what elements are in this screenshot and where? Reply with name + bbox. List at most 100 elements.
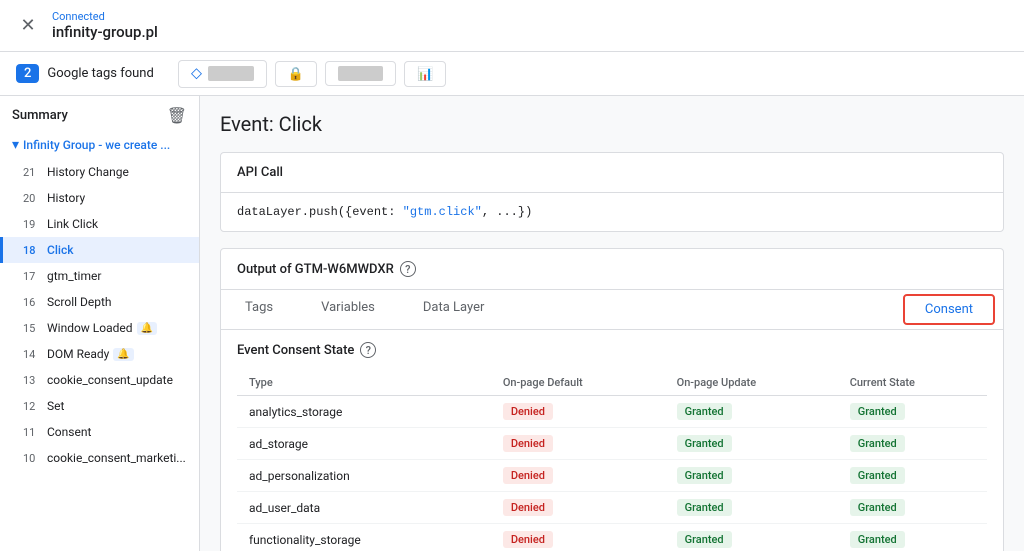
consent-default-badge: Denied (503, 435, 553, 452)
sidebar-item-20-label: History (47, 191, 85, 205)
connected-label: Connected (52, 10, 158, 23)
sidebar-item-17[interactable]: 17 gtm_timer (0, 263, 199, 289)
col-type: Type (237, 370, 491, 396)
sidebar-item-15-badge: 🔔 (137, 322, 157, 335)
toolbar-btn-2[interactable]: •••••••••• (325, 61, 397, 86)
tab-tags[interactable]: Tags (221, 290, 297, 330)
consent-default-badge: Denied (503, 467, 553, 484)
code-prefix: dataLayer.push({event: (237, 205, 403, 219)
lock-icon: 🔒 (288, 66, 304, 82)
sidebar-item-11-label: Consent (47, 425, 91, 439)
sidebar: Summary 🗑 ▾ Infinity Group - we create .… (0, 96, 200, 551)
sidebar-trash-icon[interactable]: 🗑 (167, 106, 187, 125)
toolbar-btn-lock[interactable]: 🔒 (275, 61, 317, 87)
chevron-down-icon: ▾ (12, 137, 19, 153)
consent-update-badge: Granted (677, 403, 732, 420)
sidebar-item-13[interactable]: 13 cookie_consent_update (0, 367, 199, 393)
sidebar-group-infinity[interactable]: ▾ Infinity Group - we create ... (0, 131, 199, 159)
consent-current-badge: Granted (850, 467, 905, 484)
connection-info: Connected infinity-group.pl (52, 10, 158, 41)
consent-table-row: ad_user_dataDeniedGrantedGranted (237, 492, 987, 524)
consent-update-cell: Granted (665, 524, 838, 551)
output-section: Output of GTM-W6MWDXR ? Tags Variables D… (220, 248, 1004, 551)
consent-default-cell: Denied (491, 428, 665, 460)
sidebar-item-15[interactable]: 15 Window Loaded 🔔 (0, 315, 199, 341)
output-header: Output of GTM-W6MWDXR ? (221, 249, 1003, 290)
sidebar-header-label: Summary (12, 108, 68, 123)
consent-current-cell: Granted (838, 492, 987, 524)
toolbar-btn-1[interactable]: ⬦ •••••••••• (178, 60, 267, 88)
code-suffix: , ...}) (482, 205, 532, 219)
sidebar-item-13-label: cookie_consent_update (47, 373, 173, 387)
consent-update-cell: Granted (665, 396, 838, 428)
api-call-header: API Call (221, 153, 1003, 193)
consent-help-icon[interactable]: ? (360, 342, 376, 358)
arrow-icon: ⬦ (191, 65, 202, 83)
col-default: On-page Default (491, 370, 665, 396)
sidebar-item-12[interactable]: 12 Set (0, 393, 199, 419)
content-area: Event: Click API Call dataLayer.push({ev… (200, 96, 1024, 551)
sidebar-item-14-label: DOM Ready (47, 347, 109, 361)
sidebar-item-19-label: Link Click (47, 217, 98, 231)
consent-current-badge: Granted (850, 403, 905, 420)
sidebar-item-21-label: History Change (47, 165, 129, 179)
sidebar-item-11[interactable]: 11 Consent (0, 419, 199, 445)
tab-data-layer[interactable]: Data Layer (399, 290, 509, 330)
sidebar-header: Summary 🗑 (0, 96, 199, 131)
consent-current-cell: Granted (838, 524, 987, 551)
main-layout: Summary 🗑 ▾ Infinity Group - we create .… (0, 96, 1024, 551)
tab-variables[interactable]: Variables (297, 290, 399, 330)
sidebar-item-18-label: Click (47, 243, 73, 257)
consent-type-cell: ad_storage (237, 428, 491, 460)
sidebar-group-label: Infinity Group - we create ... (23, 138, 170, 152)
sidebar-item-12-label: Set (47, 399, 64, 413)
tag-toolbar: 2 Google tags found ⬦ •••••••••• 🔒 •••••… (0, 52, 1024, 96)
consent-default-cell: Denied (491, 396, 665, 428)
consent-section: Event Consent State ? Type On-page Defau… (221, 330, 1003, 551)
consent-update-cell: Granted (665, 492, 838, 524)
consent-current-badge: Granted (850, 435, 905, 452)
site-name: infinity-group.pl (52, 23, 158, 41)
sidebar-item-16[interactable]: 16 Scroll Depth (0, 289, 199, 315)
sidebar-item-19[interactable]: 19 Link Click (0, 211, 199, 237)
sidebar-item-10[interactable]: 10 cookie_consent_marketi... (0, 445, 199, 471)
sidebar-item-14[interactable]: 14 DOM Ready 🔔 (0, 341, 199, 367)
close-button[interactable]: ✕ (16, 14, 40, 38)
consent-update-cell: Granted (665, 460, 838, 492)
consent-current-badge: Granted (850, 499, 905, 516)
chart-icon: 📊 (417, 66, 433, 82)
consent-update-badge: Granted (677, 531, 732, 548)
consent-default-badge: Denied (503, 531, 553, 548)
sidebar-item-10-label: cookie_consent_marketi... (47, 451, 186, 465)
consent-default-cell: Denied (491, 492, 665, 524)
consent-title-text: Event Consent State (237, 343, 354, 358)
consent-update-badge: Granted (677, 467, 732, 484)
consent-current-cell: Granted (838, 396, 987, 428)
tags-found-label: Google tags found (47, 66, 153, 81)
consent-table-row: functionality_storage Denied Granted Grante… (237, 524, 987, 551)
sidebar-item-18[interactable]: 18 Click (0, 237, 199, 263)
top-bar: ✕ Connected infinity-group.pl (0, 0, 1024, 52)
consent-table-row: ad_storage Denied Granted Granted (237, 428, 987, 460)
sidebar-item-16-label: Scroll Depth (47, 295, 112, 309)
sidebar-item-20[interactable]: 20 History (0, 185, 199, 211)
tags-count-badge: 2 (16, 64, 39, 83)
consent-update-badge: Granted (677, 435, 732, 452)
consent-default-badge: Denied (503, 403, 553, 420)
consent-type-cell: analytics_storage (237, 396, 491, 428)
consent-update-cell: Granted (665, 428, 838, 460)
toolbar-btn-1-label: •••••••••• (208, 66, 254, 81)
sidebar-item-15-label: Window Loaded (47, 321, 133, 335)
sidebar-item-21[interactable]: 21 History Change (0, 159, 199, 185)
consent-table: Type On-page Default On-page Update Curr… (237, 370, 987, 551)
toolbar-btn-chart[interactable]: 📊 (404, 61, 446, 87)
consent-section-title: Event Consent State ? (237, 342, 987, 358)
consent-type-cell: functionality_storage (237, 524, 491, 551)
output-help-icon[interactable]: ? (400, 261, 416, 277)
consent-type-cell: ad_user_data (237, 492, 491, 524)
tab-consent[interactable]: Consent (903, 294, 995, 325)
output-tabs: Tags Variables Data Layer Consent (221, 290, 1003, 330)
col-update: On-page Update (665, 370, 838, 396)
consent-default-cell: Denied (491, 524, 665, 551)
sidebar-item-17-label: gtm_timer (47, 269, 101, 283)
